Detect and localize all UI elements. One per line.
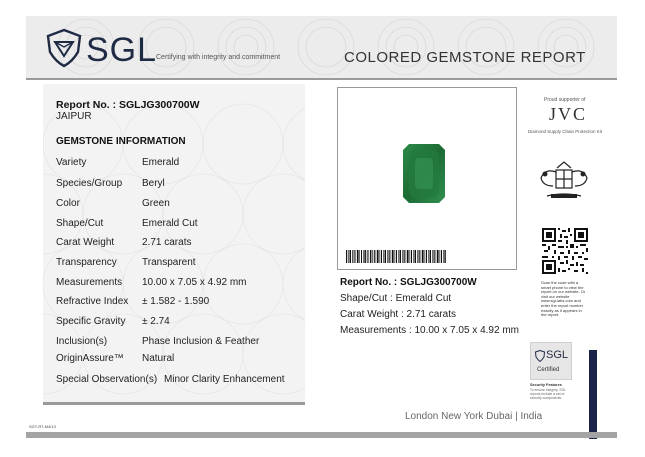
navy-accent-bar [589,350,597,439]
row-key: Transparency [56,257,117,268]
row-key: Species/Group [56,178,123,189]
row-value: Transparent [142,257,196,268]
report-number: Report No. : SGLJG300700W [56,99,200,111]
summary-measurements: Measurements : 10.00 x 7.05 x 4.92 mm [340,325,519,336]
section-title: GEMSTONE INFORMATION [56,136,186,147]
panel-bottom-rule [43,402,305,405]
bottom-bar [26,432,617,438]
row-value: Emerald [142,157,180,168]
row-key: Measurements [56,277,123,288]
top-bar [0,0,645,12]
row-value: Green [142,198,170,209]
row-key: OriginAssure™ [56,353,124,364]
header-divider [26,78,617,80]
security-text: To ensure integrity, SGL reports include… [530,388,566,400]
row-value: Beryl [142,178,165,189]
summary-shape-cut: Shape/Cut : Emerald Cut [340,293,452,304]
report-title: COLORED GEMSTONE REPORT [344,49,586,66]
royal-crest-icon [540,161,588,198]
jvc-subtitle: Diamond Supply Chain Protection Kit [528,129,603,134]
row-value: 10.00 x 7.05 x 4.92 mm [142,277,247,288]
summary-carat-weight: Carat Weight : 2.71 carats [340,309,456,320]
shield-icon [46,28,82,68]
security-title: Security Features [530,383,562,387]
scan-instructions: Scan the code with a smart phone to view… [541,280,586,318]
gem-photo-box [337,87,517,270]
badge-logo: SGL [546,349,569,361]
row-key: Inclusion(s) [56,336,108,347]
row-key: Color [56,198,80,209]
row-key: Specific Gravity [56,316,126,327]
tagline: Certifying with integrity and commitment [156,54,281,61]
sgl-certified-badge: SGL Certified [530,342,572,380]
row-key: Variety [56,157,87,168]
row-value: 2.71 carats [142,237,192,248]
badge-label: Certified [537,367,560,373]
barcode-icon [346,250,446,263]
badge-shield-icon [535,350,545,362]
special-key: Special Observation(s) [56,374,158,385]
qr-code-icon [542,228,588,274]
report-page: SGL Certifying with integrity and commit… [0,0,645,457]
row-value: ± 1.582 - 1.590 [142,296,210,307]
logo-text: SGL [86,31,158,69]
sgl-logo: SGL [46,26,156,70]
jvc-proud-text: Proud supporter of [544,97,586,103]
office-locations: London New York Dubai | India [405,411,543,422]
special-observations: Special Observation(s) Minor Clarity Enh… [56,374,285,385]
gemstone-info-panel: Report No. : SGLJG300700W JAIPUR GEMSTON… [43,84,305,402]
jvc-logo: JVC [549,104,588,124]
special-value: Minor Clarity Enhancement [163,374,285,385]
lab-city: JAIPUR [56,111,92,122]
row-key: Shape/Cut [56,218,104,229]
row-value: Emerald Cut [142,218,198,229]
summary-report-number: Report No. : SGLJG300700W [340,277,477,288]
row-key: Refractive Index [56,296,129,307]
form-code: SGT-RT-M4/13 [29,424,56,429]
row-key: Carat Weight [56,237,115,248]
row-value: ± 2.74 [142,316,170,327]
row-value: Phase Inclusion & Feather [142,336,260,347]
emerald-gem-icon [403,144,445,203]
report-header: SGL Certifying with integrity and commit… [26,16,617,78]
row-value: Natural [142,353,175,364]
